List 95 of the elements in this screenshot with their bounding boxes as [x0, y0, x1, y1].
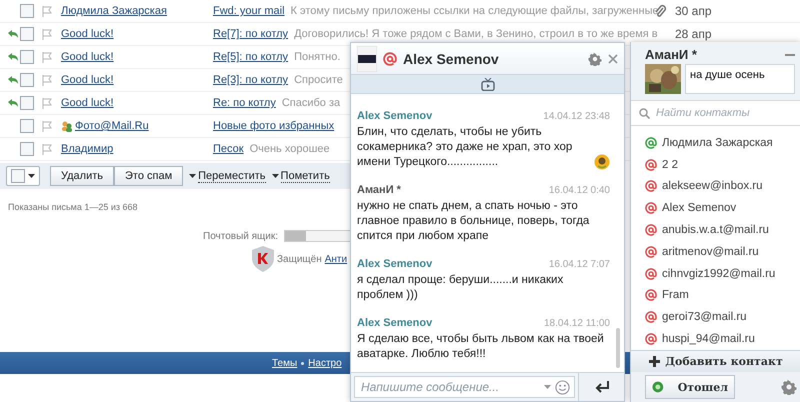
send-button[interactable] — [578, 373, 624, 401]
row-checkbox[interactable] — [20, 119, 34, 133]
row-checkbox[interactable] — [20, 96, 34, 110]
row-checkbox[interactable] — [20, 4, 34, 18]
date-text: 30 апр — [675, 4, 712, 18]
smiley-icon[interactable] — [555, 380, 570, 394]
footer-link[interactable]: Темы — [272, 358, 298, 368]
subject-link[interactable]: Re[7]: по котлу — [213, 28, 288, 40]
status-message[interactable]: на душе осень — [685, 64, 795, 94]
close-icon[interactable] — [608, 54, 618, 64]
sender-link[interactable]: Good luck! — [61, 51, 114, 63]
message-field[interactable]: Напишите сообщение... — [354, 376, 575, 398]
user-name: АманИ * — [645, 47, 697, 62]
message-author: АманИ * — [357, 184, 401, 196]
message-snippet: Спросите — [294, 74, 343, 86]
caret-icon — [189, 174, 196, 178]
row-checkbox[interactable] — [20, 142, 34, 156]
enter-icon — [594, 381, 610, 393]
message-time: 14.04.12 23:48 — [543, 110, 610, 122]
date-text: 28 апр — [675, 27, 712, 41]
tv-icon[interactable] — [480, 78, 494, 90]
contact-item[interactable]: cihnvgiz1992@mail.ru — [645, 262, 800, 285]
antivirus-link[interactable]: Анти — [324, 254, 348, 264]
caret-icon — [544, 385, 551, 389]
message-time: 16.04.12 7:07 — [548, 258, 610, 270]
contact-item[interactable]: anubis.w.a.t@mail.ru — [645, 219, 800, 241]
footer-link[interactable]: Настро — [308, 358, 342, 368]
message-snippet: Понятно. — [294, 51, 340, 63]
row-checkbox[interactable] — [20, 27, 34, 41]
avatar-icon — [357, 46, 377, 72]
message-text: Блин, что сделать, чтобы не убить сокамерника? это даже не храп, это хор имени Турецкого................ — [357, 125, 574, 170]
sender-link[interactable]: Людмила Зажарская — [61, 5, 167, 17]
message-snippet: Спасибо за — [282, 97, 340, 109]
message-time: 18.04.12 11:00 — [544, 318, 610, 328]
contact-item[interactable]: 2 2 — [645, 154, 800, 176]
contact-item[interactable]: geroi73@mail.ru — [645, 306, 800, 328]
sender-link[interactable]: Владимир — [61, 143, 114, 155]
message-author: Alex Semenov — [357, 110, 432, 122]
add-contact-button[interactable]: Добавить контакт — [631, 350, 800, 372]
subject-link[interactable]: Fwd: your mail — [213, 5, 285, 17]
row-checkbox[interactable] — [20, 50, 34, 64]
message-text: нужно не спать днем, а спать ночью - это главное правило в больнице, поверь, тогда спится при любом храпе — [357, 199, 590, 244]
minimize-icon[interactable] — [785, 52, 795, 56]
scrollbar[interactable] — [616, 328, 620, 368]
sender-link[interactable]: Good luck! — [61, 74, 114, 86]
subject-link[interactable]: Re[5]: по котлу — [213, 51, 288, 63]
message-author: Alex Semenov — [357, 258, 432, 270]
subject-link[interactable]: Re[3]: по котлу — [213, 74, 288, 86]
subject-link[interactable]: Новые фото избранных — [213, 120, 334, 132]
select-all-checkbox[interactable] — [11, 169, 25, 183]
contact-item[interactable]: Fram — [645, 284, 800, 306]
status-button[interactable]: Отошел — [645, 375, 735, 399]
subject-link[interactable]: Песок — [213, 143, 244, 155]
contact-item[interactable]: Людмила Зажарская — [645, 132, 800, 154]
message-time: 16.04.12 0:40 — [548, 184, 610, 196]
row-checkbox[interactable] — [20, 73, 34, 87]
mailbox-label: Почтовый ящик: — [203, 230, 278, 242]
message-author: Alex Semenov — [357, 317, 432, 329]
at-icon — [383, 52, 397, 66]
toolbar-button[interactable]: Удалить — [50, 166, 114, 186]
plus-icon — [649, 356, 660, 367]
flag-icon[interactable] — [42, 28, 52, 40]
contact-item[interactable]: huspi_94@mail.ru — [645, 328, 800, 350]
caret-icon — [272, 174, 279, 178]
toolbar-menu[interactable]: Переместить — [198, 170, 266, 182]
message-snippet: Очень хорошее — [250, 143, 330, 155]
flag-icon[interactable] — [42, 74, 52, 86]
status-icon — [652, 381, 664, 393]
message-text: Я сделаю все, чтобы быть львом как на твоей аватарке. Люблю тебя!!! — [357, 332, 605, 362]
sender-link[interactable]: Фото@Mail.Ru — [75, 120, 149, 132]
contact-item[interactable]: alekseew@inbox.ru — [645, 176, 800, 198]
sender-link[interactable]: Good luck! — [61, 97, 114, 109]
gear-icon[interactable] — [781, 379, 797, 395]
toolbar-button[interactable]: Это спам — [114, 166, 184, 186]
select-all-dropdown[interactable] — [6, 166, 40, 186]
flag-icon[interactable] — [42, 52, 52, 62]
sender-link[interactable]: Good luck! — [61, 28, 114, 40]
subject-link[interactable]: Re: по котлу — [213, 97, 276, 109]
toolbar-menu[interactable]: Пометить — [280, 170, 330, 182]
flag-icon[interactable] — [42, 120, 52, 132]
protection-text: Защищён — [277, 254, 322, 264]
chat-title: Alex Semenov — [403, 50, 500, 66]
contact-item[interactable]: aritmenov@mail.ru — [645, 240, 800, 263]
flag-icon[interactable] — [42, 98, 52, 108]
separator-dot-icon — [301, 362, 304, 364]
gear-icon[interactable] — [588, 52, 602, 66]
contact-item[interactable]: Alex Semenov — [645, 197, 800, 220]
caret-icon — [28, 174, 35, 178]
flag-icon[interactable] — [42, 144, 52, 154]
summary-text: Показаны письма 1—25 из 668 — [8, 202, 138, 212]
message-text: я сделал проще: беруши.......и никаких проблем ))) — [357, 273, 564, 303]
search-icon — [639, 108, 650, 118]
flag-icon[interactable] — [42, 6, 52, 16]
message-snippet: Договорились! Я тоже рядом с Вами, в Зенино, строил в то же время в — [294, 28, 658, 40]
shield-icon — [252, 246, 274, 272]
